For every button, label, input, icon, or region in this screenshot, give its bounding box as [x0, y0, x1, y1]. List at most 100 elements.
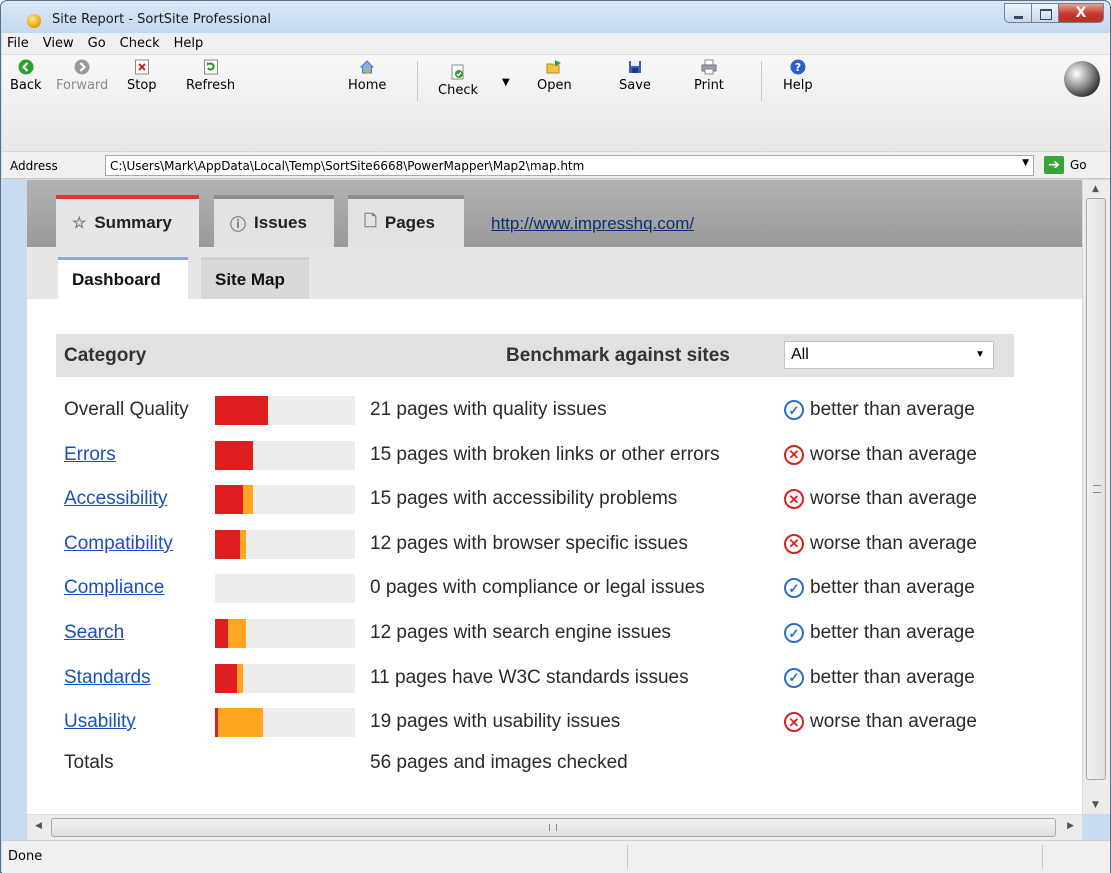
category-row: Accessibility 15 pages with accessibility… [56, 477, 1036, 521]
benchmark-result: ✕ worse than average [784, 522, 977, 566]
scroll-up-arrow-icon[interactable]: ▲ [1092, 184, 1099, 194]
x-circle-icon: ✕ [784, 712, 804, 733]
menu-file[interactable]: File [6, 36, 30, 51]
menu-go[interactable]: Go [87, 36, 107, 51]
issue-bar-severe-fill [215, 619, 228, 648]
grip-icon [549, 824, 557, 831]
horizontal-scrollbar[interactable]: ◀ ▶ [27, 814, 1082, 840]
tab-pages[interactable]: 🗋 Pages [348, 195, 464, 247]
benchmark-header: Benchmark against sites [506, 345, 730, 366]
scroll-right-arrow-icon[interactable]: ▶ [1067, 821, 1074, 831]
issue-bar-severe-fill [215, 663, 238, 693]
benchmark-result: ✓ better than average [784, 566, 975, 610]
category-label[interactable]: Usability [64, 700, 136, 744]
issue-bar-severe-fill [215, 529, 241, 559]
close-button[interactable]: X [1058, 3, 1104, 23]
vertical-scroll-thumb[interactable] [1086, 198, 1106, 780]
benchmark-result: ✓ better than average [784, 388, 975, 432]
subtab-site-map[interactable]: Site Map [201, 257, 309, 299]
forward-button[interactable]: Forward [56, 59, 108, 93]
benchmark-text: worse than average [810, 532, 977, 554]
category-row: Standards 11 pages have W3C standards iss… [56, 656, 1036, 700]
issue-bar-minor-fill [240, 529, 246, 559]
subtab-bar: Dashboard Site Map [27, 247, 1082, 299]
star-icon: ☆ [72, 215, 87, 232]
category-row: Search 12 pages with search engine issues… [56, 611, 1036, 655]
check-circle-icon: ✓ [784, 578, 804, 599]
status-separator [627, 845, 628, 869]
issue-bar [215, 529, 355, 559]
vertical-scrollbar[interactable]: ▲ ▼ [1082, 180, 1110, 814]
menu-help[interactable]: Help [173, 36, 205, 51]
tab-summary-label: Summary [94, 213, 172, 232]
save-label: Save [619, 78, 651, 93]
menu-check[interactable]: Check [119, 36, 161, 51]
issue-bar [215, 619, 355, 648]
benchmark-result: ✕ worse than average [784, 477, 977, 521]
category-label[interactable]: Compliance [64, 566, 164, 610]
save-button[interactable]: Save [619, 59, 651, 93]
benchmark-result: ✕ worse than average [784, 700, 977, 744]
help-label: Help [783, 78, 813, 93]
issue-bar-severe-fill [215, 396, 269, 425]
benchmark-text: worse than average [810, 711, 977, 733]
minimize-button[interactable] [1004, 3, 1031, 23]
benchmark-result: ✓ better than average [784, 656, 975, 700]
category-description: 11 pages have W3C standards issues [370, 666, 689, 688]
address-dropdown-icon[interactable]: ▼ [1022, 158, 1029, 168]
check-circle-icon: ✓ [784, 400, 804, 420]
site-url-link[interactable]: http://www.impresshq.com/ [491, 214, 694, 234]
category-label[interactable]: Standards [64, 656, 151, 700]
refresh-icon [203, 59, 219, 75]
totals-label: Totals [64, 752, 114, 773]
horizontal-scroll-thumb[interactable] [51, 818, 1056, 837]
category-description: 15 pages with broken links or other erro… [370, 443, 720, 465]
print-button[interactable]: Print [694, 59, 724, 93]
category-label[interactable]: Search [64, 611, 124, 655]
issue-bar [215, 574, 355, 604]
report-header: ☆ Summary ⓘ Issues 🗋 Pages http://www.im… [27, 180, 1082, 247]
category-label[interactable]: Errors [64, 433, 116, 477]
category-row: Compliance 0 pages with compliance or leg… [56, 566, 1036, 610]
check-circle-icon: ✓ [784, 667, 804, 688]
address-label: Address [10, 159, 58, 173]
check-dropdown-button[interactable]: ▼ [502, 77, 510, 88]
title-bar[interactable]: Site Report - SortSite Professional X [1, 1, 1110, 33]
category-description: 19 pages with usability issues [370, 711, 621, 733]
status-text: Done [8, 849, 43, 864]
open-button[interactable]: Open [537, 59, 572, 93]
category-label[interactable]: Accessibility [64, 477, 167, 521]
x-circle-icon: ✕ [784, 489, 804, 510]
category-row: Compatibility 12 pages with browser speci… [56, 522, 1036, 566]
issue-bar-minor-fill [217, 708, 263, 738]
dropdown-arrow-icon: ▼ [502, 77, 510, 88]
open-folder-icon [546, 59, 562, 75]
totals-desc: 56 pages and images checked [370, 752, 628, 773]
scroll-down-arrow-icon[interactable]: ▼ [1092, 800, 1099, 810]
refresh-label: Refresh [186, 78, 236, 93]
address-value: C:\Users\Mark\AppData\Local\Temp\SortSit… [110, 159, 585, 173]
benchmark-select[interactable]: All ▼ [784, 341, 994, 369]
subtab-dashboard[interactable]: Dashboard [58, 257, 188, 299]
tab-summary[interactable]: ☆ Summary [56, 195, 199, 247]
refresh-button[interactable]: Refresh [186, 59, 235, 93]
info-icon: ⓘ [230, 217, 247, 234]
app-icon [27, 14, 41, 28]
tab-issues[interactable]: ⓘ Issues [214, 195, 334, 247]
maximize-button[interactable] [1031, 3, 1058, 23]
category-label[interactable]: Compatibility [64, 522, 173, 566]
back-button[interactable]: Back [10, 59, 42, 93]
issue-bar-minor-fill [243, 485, 253, 515]
help-question-icon: ? [790, 59, 806, 75]
stop-button[interactable]: Stop [127, 59, 157, 93]
check-button[interactable]: Check [438, 64, 478, 98]
issue-bar-minor-fill [237, 663, 243, 693]
issue-bar [215, 396, 355, 425]
address-input[interactable]: C:\Users\Mark\AppData\Local\Temp\SortSit… [105, 155, 1034, 176]
scroll-left-arrow-icon[interactable]: ◀ [35, 821, 42, 831]
home-button[interactable]: Home [348, 59, 386, 93]
menu-view[interactable]: View [42, 36, 75, 51]
help-button[interactable]: ? Help [783, 59, 813, 93]
go-button[interactable]: ➔ Go [1044, 156, 1087, 174]
stop-icon [134, 59, 150, 75]
